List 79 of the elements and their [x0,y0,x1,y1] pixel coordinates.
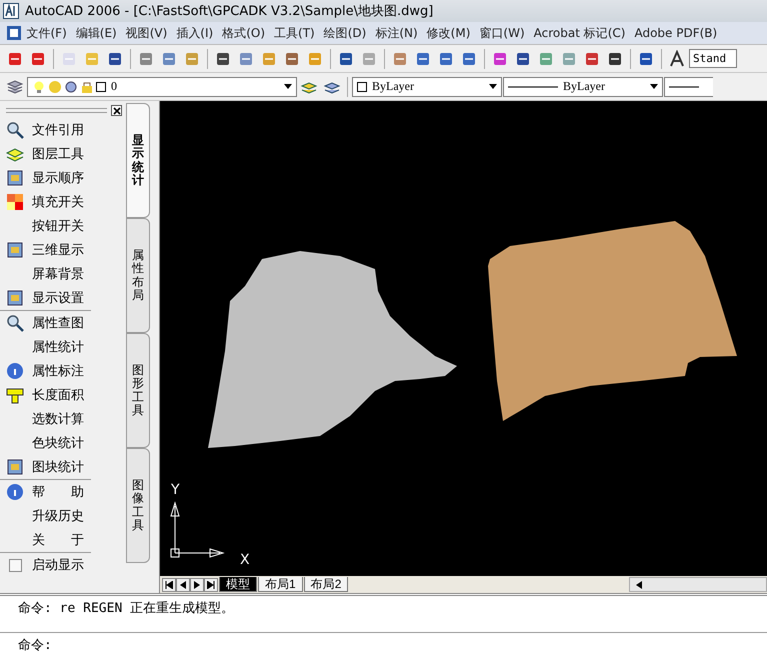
window-title: AutoCAD 2006 - [C:\FastSoft\GPCADK V3.2\Sample\地块图.dwg] [25,3,434,20]
layout-tab[interactable]: 布局1 [258,577,303,592]
command-line: 命令: re REGEN 正在重生成模型。 [0,596,767,633]
color-swatch-icon [357,82,367,92]
sidebar-item[interactable]: 图层工具 [0,142,126,166]
dropdown-arrow-icon [650,84,658,89]
sidebar-item[interactable]: 显示设置 [0,286,126,310]
document-icon[interactable] [6,25,22,41]
skip-last-icon [207,580,215,588]
layer-dropdown[interactable]: 0 [27,76,297,96]
sidebar-item[interactable]: 选数计算 [0,407,126,431]
sidebar-item[interactable]: 三维显示 [0,238,126,262]
horizontal-scrollbar[interactable] [629,577,767,592]
sidebar-item[interactable]: 属性查图 [0,311,126,335]
layout-tab[interactable]: 模型 [219,577,257,592]
sidebar-item[interactable]: 显示顺序 [0,166,126,190]
lineweight-dropdown[interactable] [664,76,713,96]
skip-first-icon [165,580,173,588]
line-sample-icon [669,84,699,88]
bulb-icon [32,80,46,94]
menu-item[interactable]: Acrobat 标记(C) [529,24,630,42]
sidebar-item[interactable]: 色块统计 [0,431,126,455]
color-blocks-icon [6,193,24,211]
vertical-tab[interactable]: 属性布局 [126,218,150,333]
menu-item[interactable]: 标注(N) [370,24,422,42]
previous-tab-button[interactable] [176,578,190,592]
menu-item[interactable]: 绘图(D) [319,24,371,42]
vertical-tab[interactable]: 图像工具 [126,448,150,563]
dropdown-arrow-icon [489,84,497,89]
sidebar-item[interactable]: 属性标注 [0,359,126,383]
layout-tab[interactable]: 布局2 [304,577,348,592]
menu-item[interactable]: 文件(F) [22,24,72,42]
menu-item[interactable]: 插入(I) [172,24,218,42]
command-line: 命令: [17,637,53,655]
lock-icon [80,80,94,94]
left-arrow-icon [636,580,642,588]
sidebar-item[interactable]: 帮 助 [0,480,126,504]
ucs-axis-icon [170,501,225,558]
sidebar-item[interactable]: 文件引用 [0,118,126,142]
sidebar-item[interactable]: 图块统计 [0,455,126,479]
right-arrow-icon [193,580,201,588]
vertical-tab[interactable]: 显示统计 [126,103,150,218]
color-dropdown[interactable]: ByLayer [352,76,502,96]
magnifier-icon [6,121,24,139]
info-icon [6,362,24,380]
sidebar-item[interactable]: 填充开关 [0,190,126,214]
search-icon [6,314,24,332]
color-value: ByLayer [371,79,414,94]
menu-item[interactable]: 格式(O) [218,24,270,42]
last-tab-button[interactable] [204,578,218,592]
menu-item[interactable]: Adobe PDF(B) [630,26,722,40]
close-button[interactable] [111,105,122,116]
menu-item[interactable]: 编辑(E) [71,24,122,42]
startup-checkbox[interactable] [8,558,22,572]
app-logo-icon [3,3,19,19]
layer-name: 0 [110,79,117,94]
y-axis-label: Y [171,482,180,498]
sidebar-item[interactable]: 按钮开关 [0,214,126,238]
text-style-dropdown[interactable]: Stand [689,49,737,68]
sidebar-item[interactable]: 升级历史 [0,504,126,528]
menu-item[interactable]: 视图(V) [121,24,172,42]
linetype-value: ByLayer [562,79,605,94]
x-axis-label: X [240,552,250,568]
sidebar-item[interactable]: 长度面积 [0,383,126,407]
menu-item[interactable]: 修改(M) [422,24,475,42]
sidebar-item[interactable]: 关 于 [0,528,126,552]
first-tab-button[interactable] [162,578,176,592]
dropdown-arrow-icon [284,84,292,89]
vertical-tab[interactable]: 图形工具 [126,333,150,448]
next-tab-button[interactable] [190,578,204,592]
sidebar-item[interactable]: 屏幕背景 [0,262,126,286]
color-swatch-icon [96,82,106,92]
left-arrow-icon [179,580,187,588]
line-sample-icon [508,84,558,88]
checkbox-label: 启动显示 [32,557,84,574]
menu-item[interactable]: 窗口(W) [474,24,530,42]
linetype-dropdown[interactable]: ByLayer [503,76,663,96]
menu-item[interactable]: 工具(T) [270,24,320,42]
sidebar-item[interactable]: 属性统计 [0,335,126,359]
